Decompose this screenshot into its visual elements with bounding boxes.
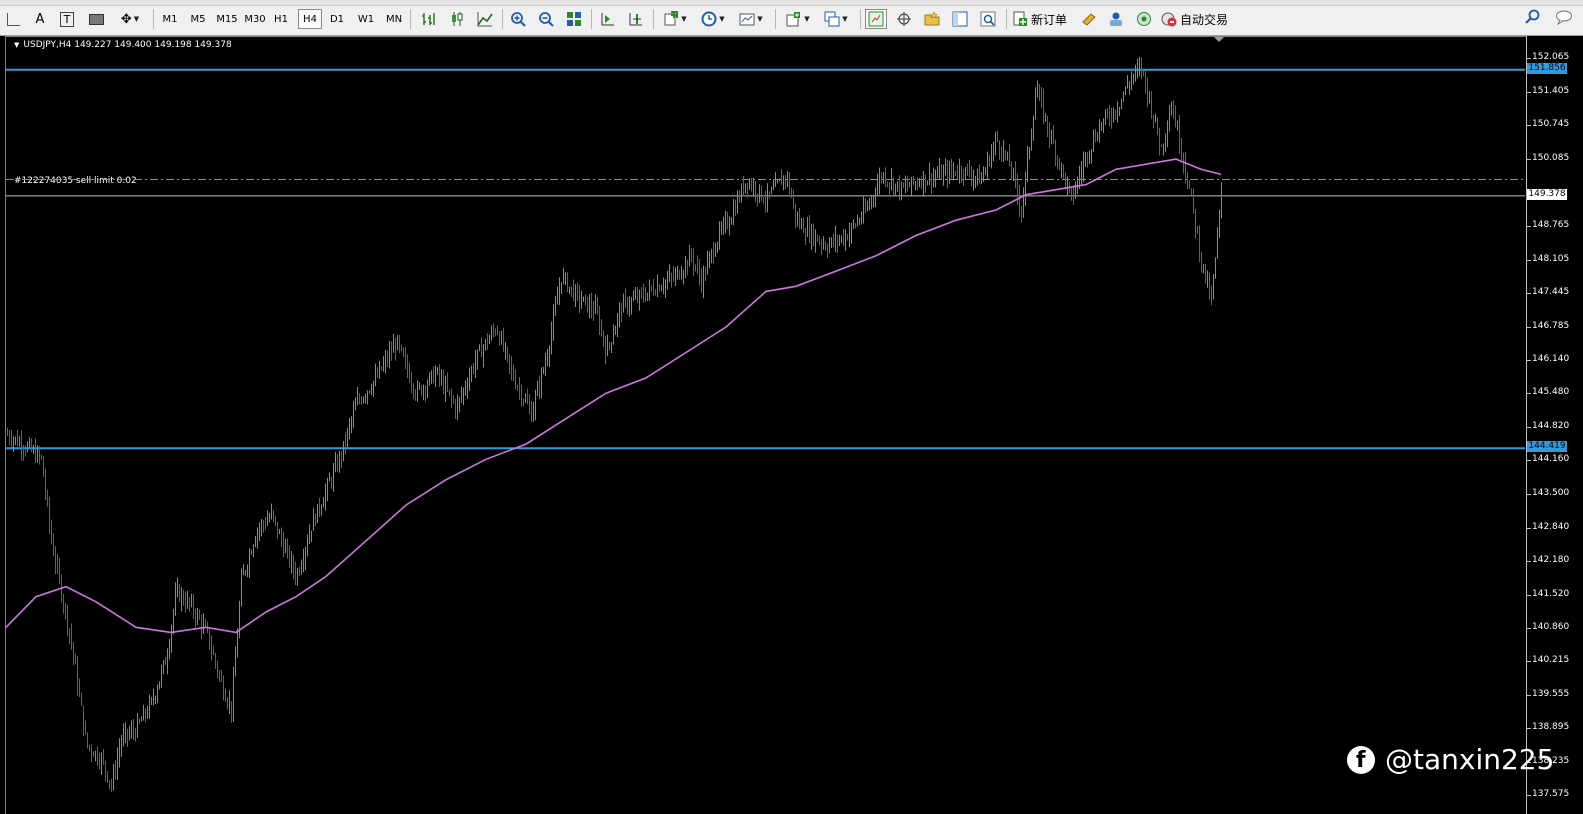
support-price-badge: 144.419 (1527, 441, 1567, 453)
axis-tick (1527, 259, 1531, 261)
resistance-price-badge: 151.856 (1527, 62, 1567, 74)
rectangle-icon[interactable] (86, 9, 106, 29)
terminal-window-icon[interactable] (949, 9, 971, 29)
axis-tick-label: 138.895 (1532, 722, 1570, 733)
axis-tick (1527, 493, 1531, 495)
data-window-crosshair-icon[interactable] (893, 9, 915, 29)
text-tool-icon[interactable]: A (31, 9, 49, 29)
axis-tick (1527, 594, 1531, 596)
metaeditor-icon[interactable] (1078, 9, 1100, 29)
axis-tick (1527, 158, 1531, 160)
templates-icon[interactable]: ▼ (735, 9, 767, 29)
toolbar: A T ✥ ▼ M1 M5 M15 M30 H1 H4 D1 W1 MN ▼ ▼ ▼ ▼ ▼ (0, 0, 1583, 36)
axis-tick-label: 150.085 (1532, 152, 1570, 163)
line-chart-icon[interactable] (474, 9, 496, 29)
axis-tick (1527, 795, 1531, 797)
new-order-button[interactable]: 新订单 (1012, 9, 1078, 29)
zoom-in-icon[interactable] (507, 9, 529, 29)
axis-tick-label: 151.405 (1532, 85, 1570, 96)
axis-tick-label: 144.160 (1532, 454, 1570, 465)
axis-tick-label: 147.445 (1532, 287, 1570, 298)
new-order-icon (1013, 11, 1027, 26)
axis-tick-label: 146.785 (1532, 320, 1570, 331)
strategy-tester-icon[interactable] (977, 9, 999, 29)
axis-tick-label: 140.860 (1532, 622, 1570, 633)
price-axis[interactable]: 152.065 151.405 150.745 150.085 148.765 148.1… (1526, 36, 1583, 814)
chart-plot (6, 37, 1525, 792)
auto-trading-button[interactable]: 自动交易 (1161, 9, 1239, 29)
axis-tick-label: 142.180 (1532, 555, 1570, 566)
navigator-folder-icon[interactable] (921, 9, 943, 29)
axis-tick-label: 148.105 (1532, 253, 1570, 264)
toolbar-right (1525, 9, 1575, 25)
axis-tick-label: 148.765 (1532, 220, 1570, 231)
chat-icon[interactable] (1555, 9, 1575, 25)
axis-tick (1527, 359, 1531, 361)
watermark: f @tanxin225 (1347, 743, 1554, 776)
axis-tick-label: 142.840 (1532, 521, 1570, 532)
timeframe-m30-button[interactable]: M30 (242, 9, 268, 29)
timeframe-d1-button[interactable]: D1 (326, 9, 348, 29)
axis-tick (1527, 326, 1531, 328)
timeframe-h4-button[interactable]: H4 (298, 9, 322, 29)
axis-tick-label: 141.520 (1532, 588, 1570, 599)
axis-tick (1527, 628, 1531, 630)
axis-tick (1527, 728, 1531, 730)
axis-tick-label: 146.140 (1532, 353, 1570, 364)
axis-tick (1527, 393, 1531, 395)
axis-tick (1527, 694, 1531, 696)
axis-tick-label: 137.575 (1532, 789, 1570, 800)
axis-tick (1527, 661, 1531, 663)
candlestick-icon[interactable] (446, 9, 468, 29)
axis-tick-label: 139.555 (1532, 688, 1570, 699)
axis-tick (1527, 293, 1531, 295)
menu-strip (0, 0, 1583, 6)
community-icon[interactable] (1105, 9, 1127, 29)
tile-windows-icon[interactable] (563, 9, 585, 29)
timeframe-w1-button[interactable]: W1 (354, 9, 378, 29)
timeframe-m1-button[interactable]: M1 (158, 9, 182, 29)
axis-tick (1527, 561, 1531, 563)
axis-tick (1527, 426, 1531, 428)
timeframe-m15-button[interactable]: M15 (214, 9, 240, 29)
axis-tick (1527, 125, 1531, 127)
timeframe-m5-button[interactable]: M5 (186, 9, 210, 29)
axis-tick-label: 144.820 (1532, 420, 1570, 431)
text-label-icon[interactable]: T (57, 9, 77, 29)
facebook-logo-icon: f (1347, 745, 1375, 774)
new-chart-icon[interactable]: ▼ (782, 9, 814, 29)
watermark-handle: @tanxin225 (1385, 743, 1555, 776)
axis-tick (1527, 226, 1531, 228)
crosshair-icon[interactable] (3, 9, 23, 29)
axis-tick-label: 152.065 (1532, 52, 1570, 63)
search-icon[interactable] (1525, 9, 1541, 25)
chart-shift-icon[interactable] (625, 9, 647, 29)
timeframe-mn-button[interactable]: MN (382, 9, 406, 29)
axis-tick (1527, 527, 1531, 529)
axis-tick (1527, 91, 1531, 93)
signals-icon[interactable] (1133, 9, 1155, 29)
axis-tick-label: 143.500 (1532, 487, 1570, 498)
auto-scroll-icon[interactable] (597, 9, 619, 29)
bar-chart-icon[interactable] (418, 9, 440, 29)
market-watch-icon[interactable] (865, 9, 887, 29)
price-chart[interactable]: ▼ USDJPY,H4 149.227 149.400 149.198 149.3… (5, 36, 1526, 814)
chart-shift-marker (1214, 37, 1224, 42)
zoom-out-icon[interactable] (535, 9, 557, 29)
profiles-icon[interactable]: ▼ (820, 9, 852, 29)
axis-tick-label: 140.215 (1532, 655, 1570, 666)
axis-tick-label: 150.745 (1532, 119, 1570, 130)
current-price-badge: 149.378 (1527, 188, 1567, 200)
periods-clock-icon[interactable]: ▼ (697, 9, 729, 29)
axis-tick (1527, 460, 1531, 462)
moving-average-line (6, 158, 1222, 634)
axis-tick-label: 145.480 (1532, 387, 1570, 398)
arrows-icon[interactable]: ✥ ▼ (114, 9, 146, 29)
axis-tick (1527, 58, 1531, 60)
indicators-icon[interactable]: ▼ (659, 9, 691, 29)
timeframe-h1-button[interactable]: H1 (270, 9, 292, 29)
auto-trading-icon (1161, 12, 1177, 27)
